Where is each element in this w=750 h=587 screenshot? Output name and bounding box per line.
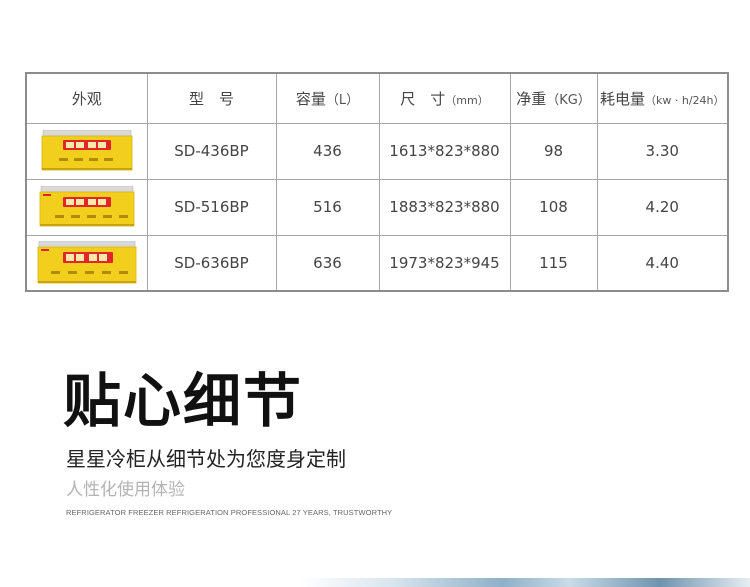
header-size-unit: （mm） [445, 93, 489, 107]
header-capacity-unit: （L） [325, 92, 360, 108]
cell-weight: 108 [509, 178, 598, 236]
cell-capacity: 516 [275, 178, 380, 236]
chest-freezer-icon [37, 240, 137, 284]
spec-table: 外观 型 号 容量（L） 尺 寸（mm） 净重（KG） 耗电量（kw · h/2… [25, 72, 729, 292]
cell-size: 1613*823*880 [378, 122, 511, 180]
header-capacity: 容量（L） [275, 72, 380, 124]
cell-size: 1883*823*880 [378, 178, 511, 236]
cell-power: 4.40 [596, 234, 729, 292]
cell-size: 1973*823*945 [378, 234, 511, 292]
table-header-row: 外观 型 号 容量（L） 尺 寸（mm） 净重（KG） 耗电量（kw · h/2… [25, 72, 729, 124]
chest-freezer-icon [39, 186, 135, 227]
cell-power: 3.30 [596, 122, 729, 180]
header-appearance: 外观 [25, 72, 148, 124]
cell-weight: 98 [509, 122, 598, 180]
freezer-image [25, 234, 148, 292]
header-power: 耗电量（kw · h/24h） [596, 72, 729, 124]
cell-power: 4.20 [596, 178, 729, 236]
section-headline: 贴心细节 [63, 367, 304, 435]
header-power-unit: （kw · h/24h） [645, 93, 725, 107]
bottom-image-strip [300, 578, 750, 587]
cell-model: SD-436BP [146, 122, 277, 180]
header-size: 尺 寸（mm） [378, 72, 511, 124]
table-row: SD-436BP 436 1613*823*880 98 3.30 [25, 122, 729, 180]
section-subtitle-secondary: 人性化使用体验 [66, 480, 185, 500]
header-model: 型 号 [146, 72, 277, 124]
table-row: SD-636BP 636 1973*823*945 115 4.40 [25, 234, 729, 292]
cell-capacity: 636 [275, 234, 380, 292]
header-weight: 净重（KG） [509, 72, 598, 124]
cell-capacity: 436 [275, 122, 380, 180]
section-english-tagline: REFRIGERATOR FREEZER REFRIGERATION PROFE… [66, 508, 393, 517]
cell-model: SD-516BP [146, 178, 277, 236]
table-row: SD-516BP 516 1883*823*880 108 4.20 [25, 178, 729, 236]
header-weight-unit: （KG） [546, 92, 591, 108]
cell-weight: 115 [509, 234, 598, 292]
chest-freezer-icon [41, 130, 133, 171]
section-subtitle: 星星冷柜从细节处为您度身定制 [66, 447, 346, 471]
freezer-image [25, 178, 148, 236]
cell-model: SD-636BP [146, 234, 277, 292]
freezer-image [25, 122, 148, 180]
